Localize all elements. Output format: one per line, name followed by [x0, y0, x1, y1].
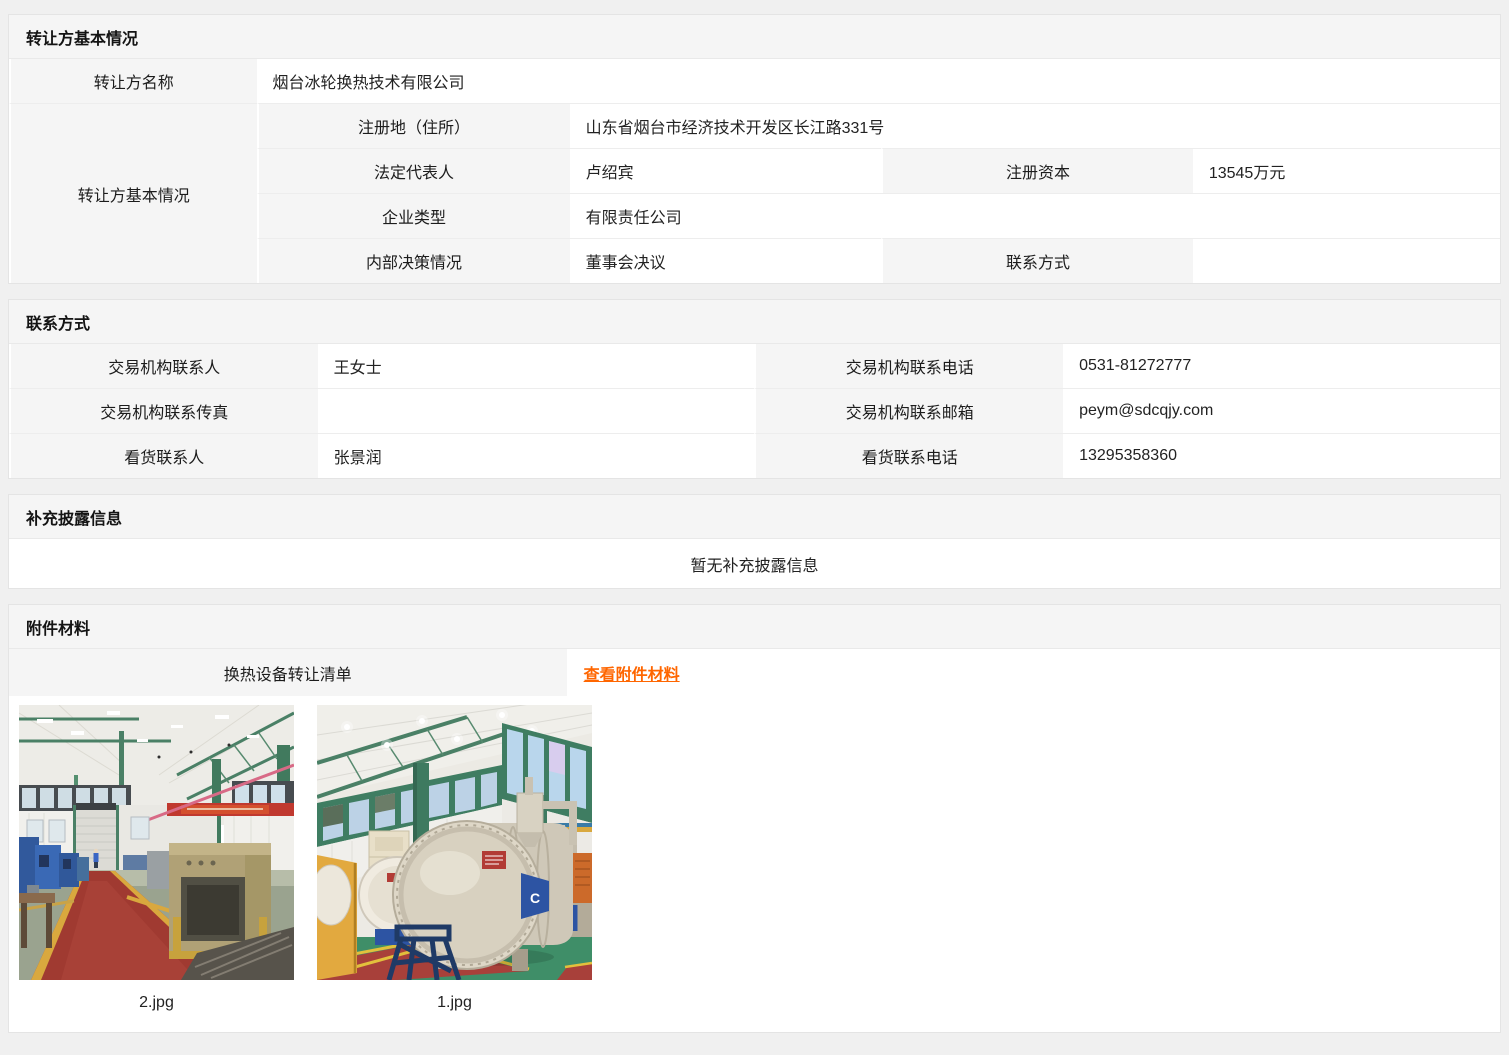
- transferor-name-label: 转让方名称: [9, 59, 257, 103]
- attachment-gallery: 2.jpg: [9, 696, 1500, 1032]
- attachment-thumb-2jpg[interactable]: 2.jpg: [19, 705, 294, 1012]
- section-transferor: 转让方基本情况 转让方名称 烟台冰轮换热技术有限公司 转让方基本情况 注册地（住…: [8, 14, 1501, 284]
- legal-rep-value: 卢绍宾: [570, 148, 882, 193]
- contact-method-label: 联系方式: [881, 238, 1193, 283]
- attachment-row: 换热设备转让清单 查看附件材料: [9, 649, 1500, 696]
- section-attachments-title: 附件材料: [9, 605, 1500, 649]
- viewing-contact-label: 看货联系人: [9, 433, 318, 478]
- reg-address-value: 山东省烟台市经济技术开发区长江路331号: [570, 103, 1500, 148]
- transferor-name-value: 烟台冰轮换热技术有限公司: [257, 59, 1501, 103]
- transferor-group-label: 转让方基本情况: [9, 103, 257, 283]
- section-supplement: 补充披露信息 暂无补充披露信息: [8, 494, 1501, 589]
- viewing-phone-value: 13295358360: [1063, 433, 1500, 478]
- agency-email-value: peym@sdcqjy.com: [1063, 388, 1500, 433]
- attachment-thumb-1jpg[interactable]: C 1.jpg: [317, 705, 592, 1012]
- reg-capital-label: 注册资本: [881, 148, 1193, 193]
- page: 转让方基本情况 转让方名称 烟台冰轮换热技术有限公司 转让方基本情况 注册地（住…: [0, 0, 1509, 1033]
- contact-method-value: [1193, 238, 1500, 283]
- viewing-phone-label: 看货联系电话: [754, 433, 1063, 478]
- viewing-contact-value: 张景润: [318, 433, 755, 478]
- decision-label: 内部决策情况: [257, 238, 570, 283]
- attachment-item-value: 查看附件材料: [567, 649, 1500, 696]
- legal-rep-label: 法定代表人: [257, 148, 570, 193]
- view-attachment-link[interactable]: 查看附件材料: [584, 661, 680, 685]
- section-contact-title: 联系方式: [9, 300, 1500, 344]
- company-type-label: 企业类型: [257, 193, 570, 238]
- agency-contact-value: 王女士: [318, 344, 755, 388]
- row-agency-contact: 交易机构联系人 王女士 交易机构联系电话 0531-81272777: [9, 344, 1500, 388]
- attachment-item-label: 换热设备转让清单: [9, 649, 567, 696]
- factory-vessels-photo[interactable]: C: [317, 705, 592, 980]
- row-agency-fax: 交易机构联系传真 交易机构联系邮箱 peym@sdcqjy.com: [9, 388, 1500, 433]
- row-reg-address: 转让方基本情况 注册地（住所） 山东省烟台市经济技术开发区长江路331号: [9, 103, 1500, 148]
- reg-capital-value: 13545万元: [1193, 148, 1500, 193]
- row-viewing-contact: 看货联系人 张景润 看货联系电话 13295358360: [9, 433, 1500, 478]
- factory-aisle-photo[interactable]: [19, 705, 294, 980]
- section-transferor-title: 转让方基本情况: [9, 15, 1500, 59]
- company-type-value: 有限责任公司: [570, 193, 1500, 238]
- decision-value: 董事会决议: [570, 238, 882, 283]
- agency-fax-value: [318, 388, 755, 433]
- agency-contact-label: 交易机构联系人: [9, 344, 318, 388]
- attachment-caption: 2.jpg: [19, 980, 294, 1012]
- agency-phone-value: 0531-81272777: [1063, 344, 1500, 388]
- agency-email-label: 交易机构联系邮箱: [754, 388, 1063, 433]
- supplement-empty-text: 暂无补充披露信息: [9, 539, 1500, 588]
- reg-address-label: 注册地（住所）: [257, 103, 570, 148]
- attachment-caption: 1.jpg: [317, 980, 592, 1012]
- row-transferor-name: 转让方名称 烟台冰轮换热技术有限公司: [9, 59, 1500, 103]
- agency-phone-label: 交易机构联系电话: [754, 344, 1063, 388]
- section-contact: 联系方式 交易机构联系人 王女士 交易机构联系电话 0531-81272777 …: [8, 299, 1501, 479]
- transferor-table: 转让方名称 烟台冰轮换热技术有限公司 转让方基本情况 注册地（住所） 山东省烟台…: [9, 59, 1500, 283]
- section-supplement-title: 补充披露信息: [9, 495, 1500, 539]
- svg-text:C: C: [530, 890, 540, 906]
- section-attachments: 附件材料 换热设备转让清单 查看附件材料: [8, 604, 1501, 1033]
- agency-fax-label: 交易机构联系传真: [9, 388, 318, 433]
- contact-table: 交易机构联系人 王女士 交易机构联系电话 0531-81272777 交易机构联…: [9, 344, 1500, 478]
